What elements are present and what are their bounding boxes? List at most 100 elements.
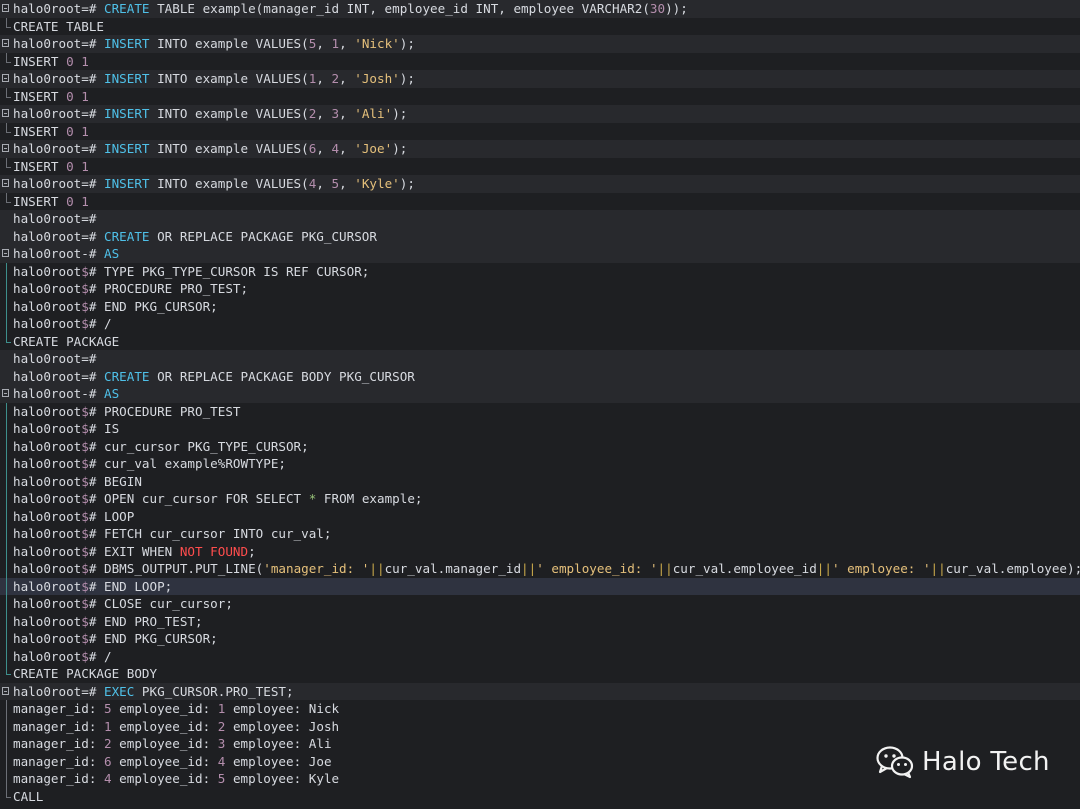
line-segment: halo0root=#: [13, 141, 104, 156]
line-segment: halo0root: [13, 526, 82, 541]
line-segment: $: [81, 281, 89, 296]
output-line: halo0root$# cur_val example%ROWTYPE;: [0, 455, 1080, 473]
output-line: halo0root$# /: [0, 647, 1080, 666]
line-segment: halo0root=#: [13, 1, 104, 16]
output-line: halo0root$# PROCEDURE PRO_TEST;: [0, 280, 1080, 298]
line-segment: 'Kyle': [354, 176, 400, 191]
output-line: halo0root$# END PKG_CURSOR;: [0, 630, 1080, 648]
line-segment: halo0root: [13, 561, 82, 576]
line-segment: halo0root: [13, 263, 82, 279]
line-segment: halo0root=#: [13, 176, 104, 191]
output-line: halo0root$# END LOOP;: [0, 577, 1080, 595]
line-segment: # cur_cursor PKG_TYPE_CURSOR;: [88, 438, 309, 454]
line-segment: ,: [339, 141, 355, 156]
line-segment: # /: [88, 316, 112, 331]
line-segment: $: [81, 526, 89, 541]
line-segment: 4: [104, 771, 112, 786]
command-line: halo0root=# INSERT INTO example VALUES(5…: [0, 35, 1080, 53]
line-segment: ,: [316, 71, 332, 86]
line-segment: $: [81, 596, 89, 611]
line-segment: ' employee: ': [831, 561, 931, 576]
line-segment: employee: [225, 753, 294, 769]
line-segment: 6: [104, 753, 112, 769]
terminal-output[interactable]: halo0root=# CREATE TABLE example(manager…: [0, 0, 1080, 805]
line-segment: INTO example VALUES(: [149, 36, 309, 51]
watermark-text: Halo Tech: [922, 747, 1050, 777]
line-segment: # /: [88, 648, 112, 664]
line-segment: AS: [104, 386, 120, 401]
line-segment: TABLE example(manager_id INT, employee_i…: [149, 1, 650, 16]
line-segment: : Nick: [293, 701, 340, 716]
line-segment: :: [202, 736, 218, 751]
line-segment: halo0root=#: [13, 368, 104, 384]
output-line: CALL: [0, 787, 1080, 806]
command-line: halo0root=# INSERT INTO example VALUES(4…: [0, 175, 1080, 193]
line-segment: ,: [316, 141, 332, 156]
line-segment: :: [88, 771, 104, 786]
line-segment: :: [202, 701, 218, 716]
line-segment: : Joe: [293, 753, 332, 769]
line-segment: $: [81, 403, 89, 419]
line-segment: halo0root=#: [13, 211, 97, 226]
line-segment: ;: [248, 543, 256, 559]
line-segment: $: [81, 438, 89, 454]
line-segment: CREATE: [104, 1, 150, 16]
line-segment: INSERT: [13, 88, 67, 104]
line-segment: ||: [369, 561, 385, 576]
line-segment: : Josh: [293, 718, 340, 734]
line-segment: 1: [81, 158, 89, 174]
output-line: halo0root$# FETCH cur_cursor INTO cur_va…: [0, 525, 1080, 543]
line-segment: halo0root: [13, 316, 82, 331]
line-segment: ,: [339, 71, 355, 86]
line-segment: halo0root: [13, 613, 82, 629]
line-segment: NOT FOUND: [179, 543, 249, 559]
output-line: CREATE TABLE: [0, 17, 1080, 36]
line-segment: INSERT: [104, 176, 150, 191]
output-line: halo0root$# cur_cursor PKG_TYPE_CURSOR;: [0, 437, 1080, 456]
line-segment: INSERT: [13, 53, 67, 69]
line-segment: INTO example VALUES(: [149, 106, 309, 121]
line-segment: halo0root=#: [13, 228, 104, 244]
line-segment: halo0root=#: [13, 106, 104, 121]
line-segment: CREATE: [104, 228, 150, 244]
line-segment: 1: [104, 718, 112, 734]
line-segment: FROM example;: [316, 491, 423, 506]
line-segment: halo0root: [13, 508, 82, 524]
line-segment: $: [81, 508, 89, 524]
output-line: halo0root$# PROCEDURE PRO_TEST: [0, 402, 1080, 421]
line-segment: 'Joe': [354, 141, 393, 156]
line-segment: INSERT: [104, 36, 150, 51]
line-segment: ,: [339, 106, 355, 121]
line-segment: 'Ali': [354, 106, 393, 121]
line-segment: manager_id: [13, 771, 89, 786]
line-segment: ,: [339, 36, 355, 51]
line-segment: 1: [331, 36, 340, 51]
line-segment: :: [202, 718, 218, 734]
line-segment: 3: [331, 106, 340, 121]
line-segment: ||: [521, 561, 537, 576]
line-segment: # EXIT WHEN: [88, 543, 180, 559]
line-segment: $: [81, 421, 89, 436]
line-segment: ,: [316, 36, 332, 51]
line-segment: : Kyle: [293, 771, 340, 786]
line-segment: INSERT: [104, 71, 150, 86]
line-segment: 0: [66, 53, 74, 69]
line-segment: manager_id: [13, 718, 89, 734]
line-segment: INSERT: [104, 141, 150, 156]
line-segment: halo0root: [13, 403, 82, 419]
line-segment: :: [88, 718, 104, 734]
line-segment: 2: [331, 71, 340, 86]
line-segment: halo0root: [13, 578, 82, 594]
line-segment: 1: [81, 53, 89, 69]
line-segment: employee_id: [111, 771, 203, 786]
line-segment: # END PKG_CURSOR;: [88, 631, 218, 646]
line-segment: $: [81, 456, 89, 471]
line-segment: :: [88, 753, 104, 769]
line-segment: 1: [81, 123, 89, 139]
line-segment: ||: [930, 561, 946, 576]
command-line: halo0root=#: [0, 210, 1080, 228]
command-line: halo0root=# EXEC PKG_CURSOR.PRO_TEST;: [0, 682, 1080, 700]
line-segment: employee_id: [111, 701, 203, 716]
output-line: INSERT 0 1: [0, 157, 1080, 176]
command-line: halo0root=# INSERT INTO example VALUES(2…: [0, 105, 1080, 123]
